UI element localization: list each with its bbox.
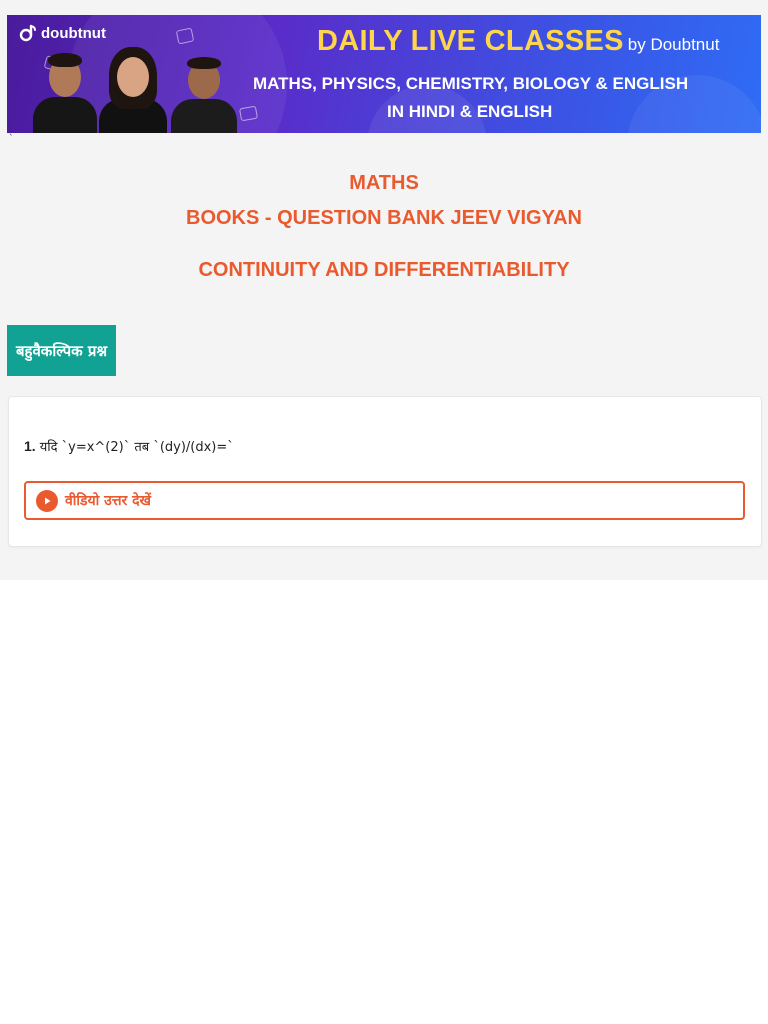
doubtnut-logo-icon (19, 24, 36, 42)
brand-name: doubtnut (41, 24, 106, 42)
view-video-answer-button[interactable]: वीडियो उत्तर देखें (24, 481, 745, 520)
chapter-heading: CONTINUITY AND DIFFERENTIABILITY (198, 259, 570, 281)
question-body: यदि `y=x^(2)` तब `(dy)/(dx)=` (39, 440, 234, 455)
teacher-avatar (33, 47, 97, 133)
question-number: 1. (24, 438, 36, 454)
live-classes-banner[interactable]: doubtnut DAILY LIVE CLASSES by Doubtnut M (7, 15, 761, 133)
banner-title: DAILY LIVE CLASSES by Doubtnut (317, 25, 719, 58)
question-text: 1. यदि `y=x^(2)` तब `(dy)/(dx)=` (24, 437, 234, 455)
subject-heading: MATHS (349, 172, 419, 194)
video-button-label: वीडियो उत्तर देखें (65, 493, 151, 509)
banner-by-line: by Doubtnut (627, 35, 720, 54)
teacher-avatar (95, 47, 171, 133)
play-icon (36, 489, 58, 512)
banner-title-text: DAILY LIVE CLASSES (317, 25, 624, 57)
banner-languages: IN HINDI & ENGLISH (387, 102, 553, 121)
book-heading: BOOKS - QUESTION BANK JEEV VIGYAN (186, 207, 582, 229)
teacher-avatar (171, 47, 237, 133)
teacher-photos (25, 47, 245, 133)
stray-backtick: ` (9, 133, 13, 145)
category-tab-mcq[interactable]: बहुवैकल्पिक प्रश्न (7, 325, 116, 376)
doubtnut-logo: doubtnut (19, 24, 106, 42)
banner-subjects: MATHS, PHYSICS, CHEMISTRY, BIOLOGY & ENG… (253, 74, 689, 93)
question-card: 1. यदि `y=x^(2)` तब `(dy)/(dx)=` वीडियो उ… (8, 396, 762, 547)
page: doubtnut DAILY LIVE CLASSES by Doubtnut M (0, 0, 768, 580)
